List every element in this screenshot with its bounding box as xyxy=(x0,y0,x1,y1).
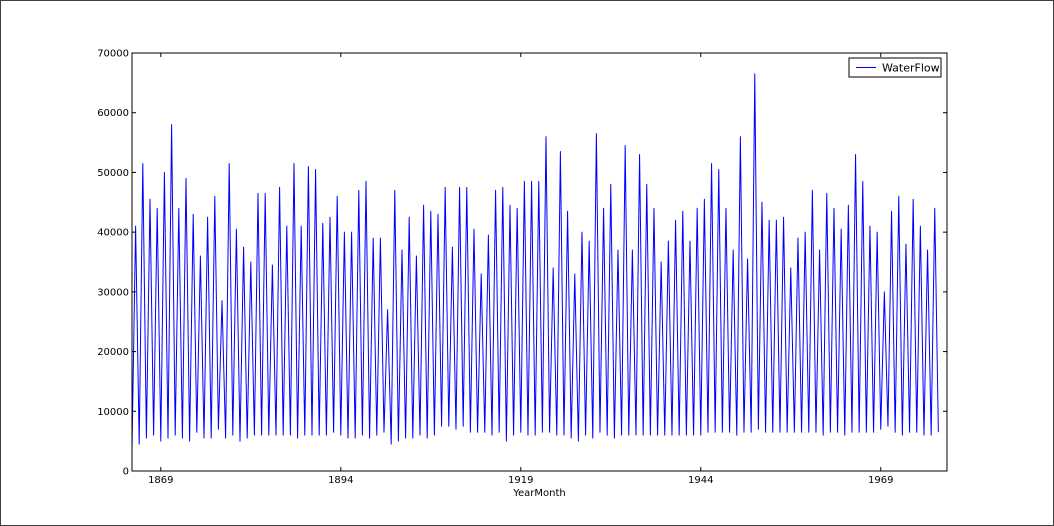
y-tick-label: 70000 xyxy=(97,49,129,60)
y-tick-label: 60000 xyxy=(97,108,129,119)
legend: WaterFlow xyxy=(848,57,942,78)
x-tick-label: 1919 xyxy=(508,475,533,486)
waterflow-line-chart: 1869 1894 1919 1944 1969 0 10000 20000 30000 400… xyxy=(97,49,948,499)
x-tick-label: 1894 xyxy=(328,475,353,486)
y-tick-label: 10000 xyxy=(97,407,129,418)
y-tick-label: 40000 xyxy=(97,228,129,239)
x-tick-label: 1869 xyxy=(148,475,173,486)
legend-label-waterflow: WaterFlow xyxy=(882,62,940,75)
x-tick-label: 1944 xyxy=(688,475,713,486)
y-tick-label: 30000 xyxy=(97,287,129,298)
x-tick-label: 1969 xyxy=(868,475,893,486)
y-tick-label: 20000 xyxy=(97,347,129,358)
y-tick-label: 0 xyxy=(123,467,129,478)
y-tick-label: 50000 xyxy=(97,168,129,179)
x-axis-label: YearMonth xyxy=(512,488,566,499)
